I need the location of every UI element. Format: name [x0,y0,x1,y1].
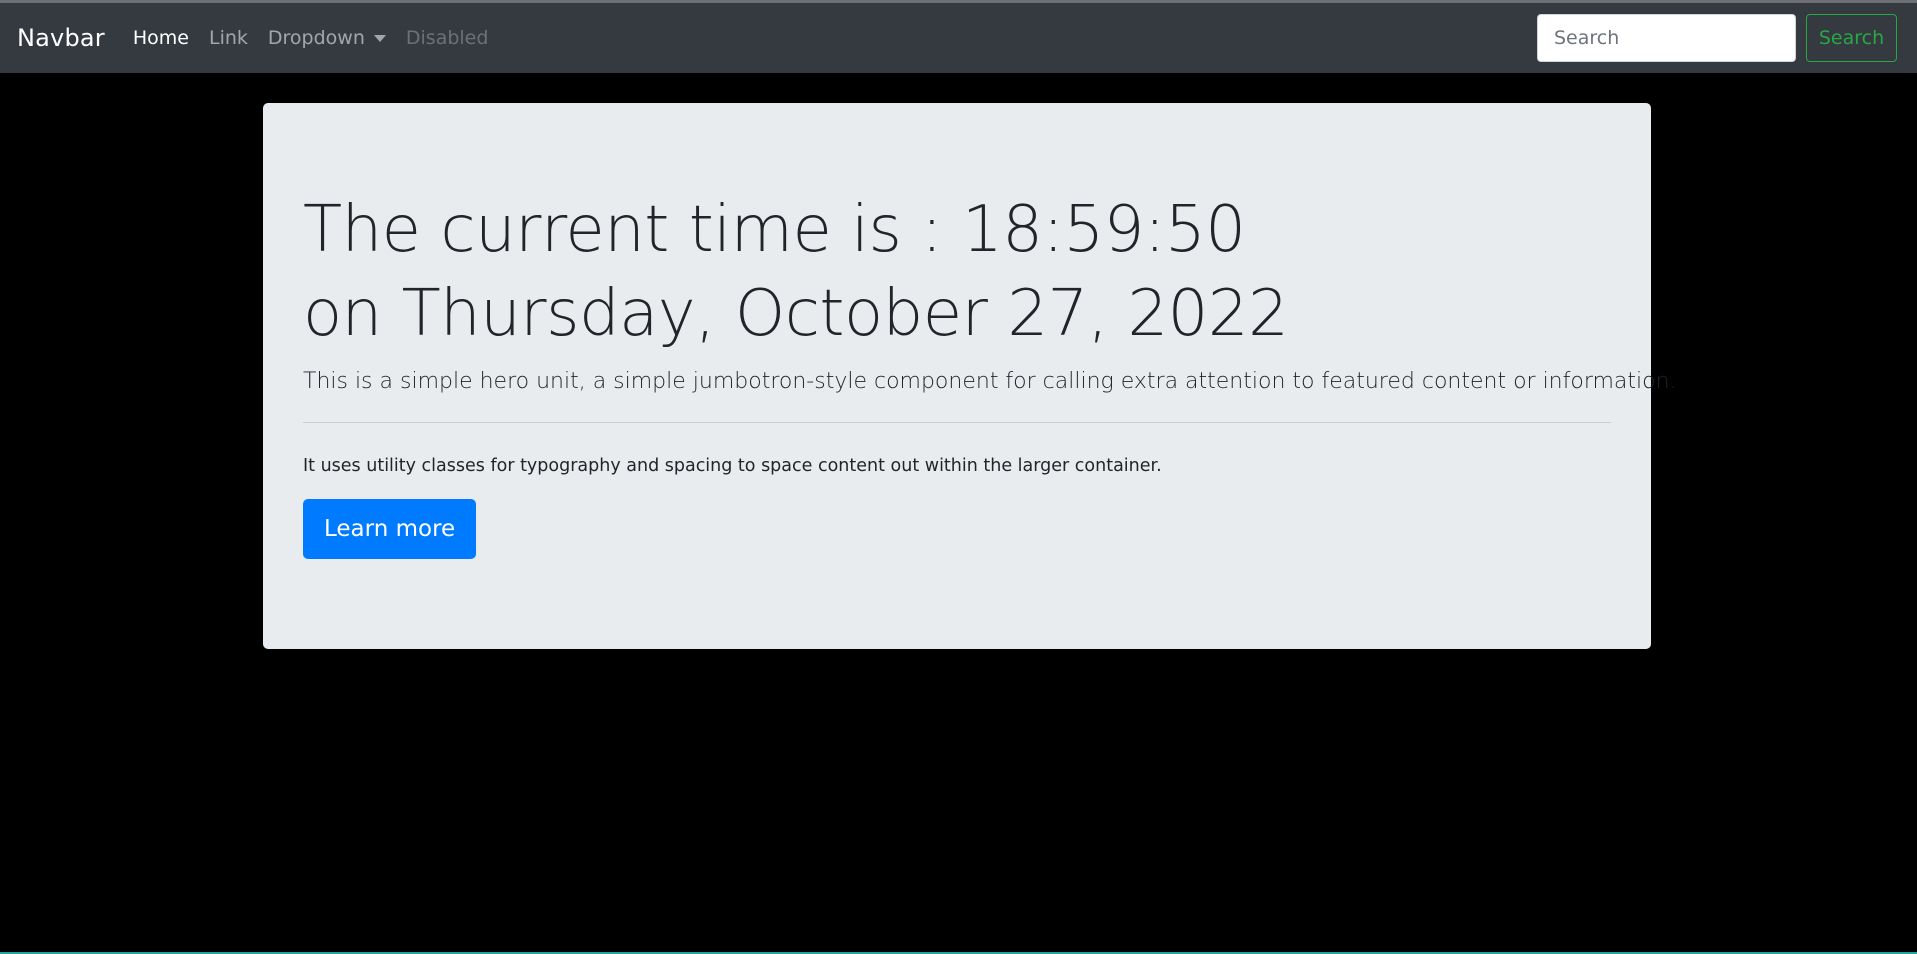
navbar: Navbar Home Link Dropdown Disabled Searc… [0,3,1917,73]
caret-down-icon [373,35,386,42]
nav-item-dropdown[interactable]: Dropdown [268,27,386,49]
nav-item-home[interactable]: Home [133,27,189,49]
hero-heading: The current time is : 18:59:50 on Thursd… [303,188,1611,356]
jumbotron: The current time is : 18:59:50 on Thursd… [263,103,1677,649]
hero-divider [303,422,1611,423]
search-input[interactable] [1537,14,1796,62]
search-form: Search [1537,14,1897,62]
nav-links: Home Link Dropdown Disabled [133,27,489,49]
search-button[interactable]: Search [1806,14,1897,62]
hero-lead: This is a simple hero unit, a simple jum… [303,369,1677,394]
nav-item-dropdown-label: Dropdown [267,27,365,49]
hero-body-text: It uses utility classes for typography a… [303,456,1162,476]
nav-item-link[interactable]: Link [209,27,248,49]
hero-heading-date: on Thursday, October 27, 2022 [303,277,1289,351]
hero-heading-time: The current time is : 18:59:50 [303,193,1246,267]
learn-more-button[interactable]: Learn more [303,499,477,559]
navbar-brand[interactable]: Navbar [17,24,105,52]
nav-item-disabled: Disabled [405,27,489,49]
